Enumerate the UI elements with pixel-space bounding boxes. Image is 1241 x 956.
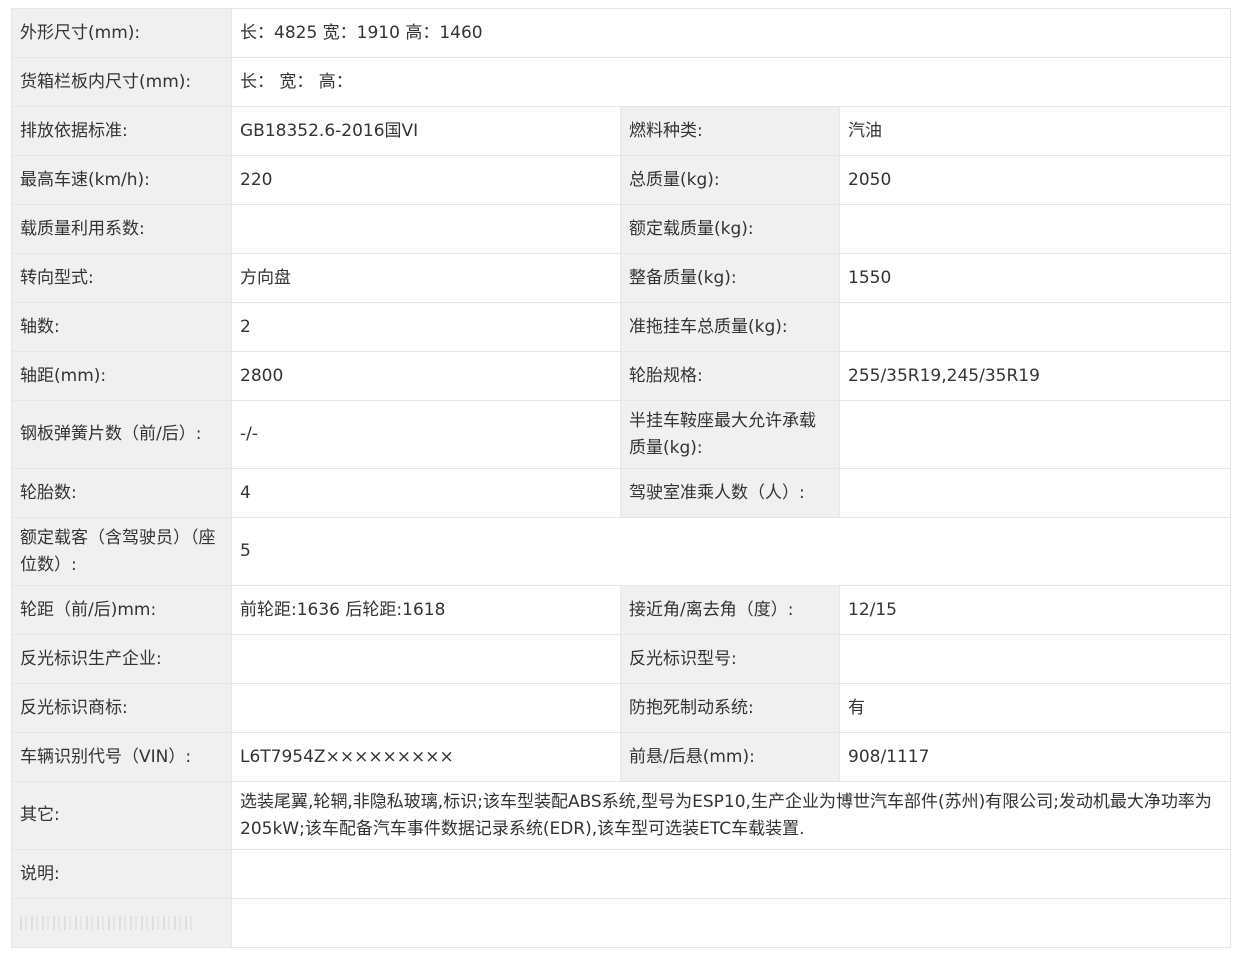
leaf-springs-value: -/- [231,400,621,469]
table-row: 反光标识生产企业: 反光标识型号: [11,634,1232,684]
steering-label: 转向型式: [11,253,232,303]
table-row: 载质量利用系数: 额定载质量(kg): [11,204,1232,254]
axles-label: 轴数: [11,302,232,352]
rated-load-value [838,204,1232,254]
reflector-model-value [838,634,1232,684]
cargo-box-value: 长： 宽： 高： [230,57,1232,107]
tire-spec-value: 255/35R19,245/35R19 [838,351,1232,401]
overhang-label: 前悬/后悬(mm): [620,732,840,782]
dimensions-label: 外形尺寸(mm): [11,8,232,58]
leaf-springs-label: 钢板弹簧片数（前/后）: [11,400,232,469]
other-value: 选装尾翼,轮辋,非隐私玻璃,标识;该车型装配ABS系统,型号为ESP10,生产企… [230,781,1232,850]
track-value: 前轮距:1636 后轮距:1618 [231,585,621,635]
passengers-value: 5 [230,517,1232,586]
emission-value: GB18352.6-2016国VI [231,106,621,156]
vin-value: L6T7954Z××××××××× [231,732,621,782]
table-row: 轮距（前/后)mm: 前轮距:1636 后轮距:1618 接近角/离去角（度）:… [11,585,1232,635]
axles-value: 2 [231,302,621,352]
load-factor-value [231,204,621,254]
saddle-load-value [838,400,1232,469]
table-row: 转向型式: 方向盘 整备质量(kg): 1550 [11,253,1232,303]
tires-count-label: 轮胎数: [11,468,232,518]
rated-load-label: 额定载质量(kg): [620,204,840,254]
table-row: 轴距(mm): 2800 轮胎规格: 255/35R19,245/35R19 [11,351,1232,401]
table-row: 外形尺寸(mm): 长：4825 宽：1910 高：1460 [11,8,1232,58]
vin-label: 车辆识别代号（VIN）: [11,732,232,782]
steering-value: 方向盘 [231,253,621,303]
vehicle-spec-table: 外形尺寸(mm): 长：4825 宽：1910 高：1460 货箱栏板内尺寸(m… [11,8,1232,948]
approach-angle-value: 12/15 [838,585,1232,635]
table-row: 货箱栏板内尺寸(mm): 长： 宽： 高： [11,57,1232,107]
cab-occupants-value [838,468,1232,518]
total-mass-value: 2050 [838,155,1232,205]
cab-occupants-label: 驾驶室准乘人数（人）: [620,468,840,518]
load-factor-label: 载质量利用系数: [11,204,232,254]
curb-mass-label: 整备质量(kg): [620,253,840,303]
reflector-brand-value [231,683,621,733]
table-row: 排放依据标准: GB18352.6-2016国VI 燃料种类: 汽油 [11,106,1232,156]
reflector-maker-value [231,634,621,684]
reflector-brand-label: 反光标识商标: [11,683,232,733]
blurred-value-cell [230,898,1232,948]
table-row: 反光标识商标: 防抱死制动系统: 有 [11,683,1232,733]
track-label: 轮距（前/后)mm: [11,585,232,635]
emission-label: 排放依据标准: [11,106,232,156]
max-speed-label: 最高车速(km/h): [11,155,232,205]
wheelbase-label: 轴距(mm): [11,351,232,401]
cargo-box-label: 货箱栏板内尺寸(mm): [11,57,232,107]
tire-spec-label: 轮胎规格: [620,351,840,401]
table-row: 钢板弹簧片数（前/后）: -/- 半挂车鞍座最大允许承载质量(kg): [11,400,1232,469]
saddle-load-label: 半挂车鞍座最大允许承载质量(kg): [620,400,840,469]
table-row: 其它: 选装尾翼,轮辋,非隐私玻璃,标识;该车型装配ABS系统,型号为ESP10… [11,781,1232,850]
overhang-value: 908/1117 [838,732,1232,782]
tires-count-value: 4 [231,468,621,518]
notes-label: 说明: [11,849,232,899]
table-row: 额定载客（含驾驶员）（座位数）: 5 [11,517,1232,586]
abs-label: 防抱死制动系统: [620,683,840,733]
fuel-type-label: 燃料种类: [620,106,840,156]
table-row: 轴数: 2 准拖挂车总质量(kg): [11,302,1232,352]
notes-value [230,849,1232,899]
dimensions-value: 长：4825 宽：1910 高：1460 [230,8,1232,58]
other-label: 其它: [11,781,232,850]
table-row: 最高车速(km/h): 220 总质量(kg): 2050 [11,155,1232,205]
approach-angle-label: 接近角/离去角（度）: [620,585,840,635]
wheelbase-value: 2800 [231,351,621,401]
total-mass-label: 总质量(kg): [620,155,840,205]
table-row: 车辆识别代号（VIN）: L6T7954Z××××××××× 前悬/后悬(mm)… [11,732,1232,782]
abs-value: 有 [838,683,1232,733]
trailer-mass-value [838,302,1232,352]
trailer-mass-label: 准拖挂车总质量(kg): [620,302,840,352]
table-row: 说明: [11,849,1232,899]
table-row: 轮胎数: 4 驾驶室准乘人数（人）: [11,468,1232,518]
passengers-label: 额定载客（含驾驶员）（座位数）: [11,517,232,586]
table-row [11,898,1232,948]
fuel-type-value: 汽油 [838,106,1232,156]
max-speed-value: 220 [231,155,621,205]
reflector-maker-label: 反光标识生产企业: [11,634,232,684]
curb-mass-value: 1550 [838,253,1232,303]
blurred-label-cell [11,898,232,948]
reflector-model-label: 反光标识型号: [620,634,840,684]
blurred-label [20,915,195,930]
